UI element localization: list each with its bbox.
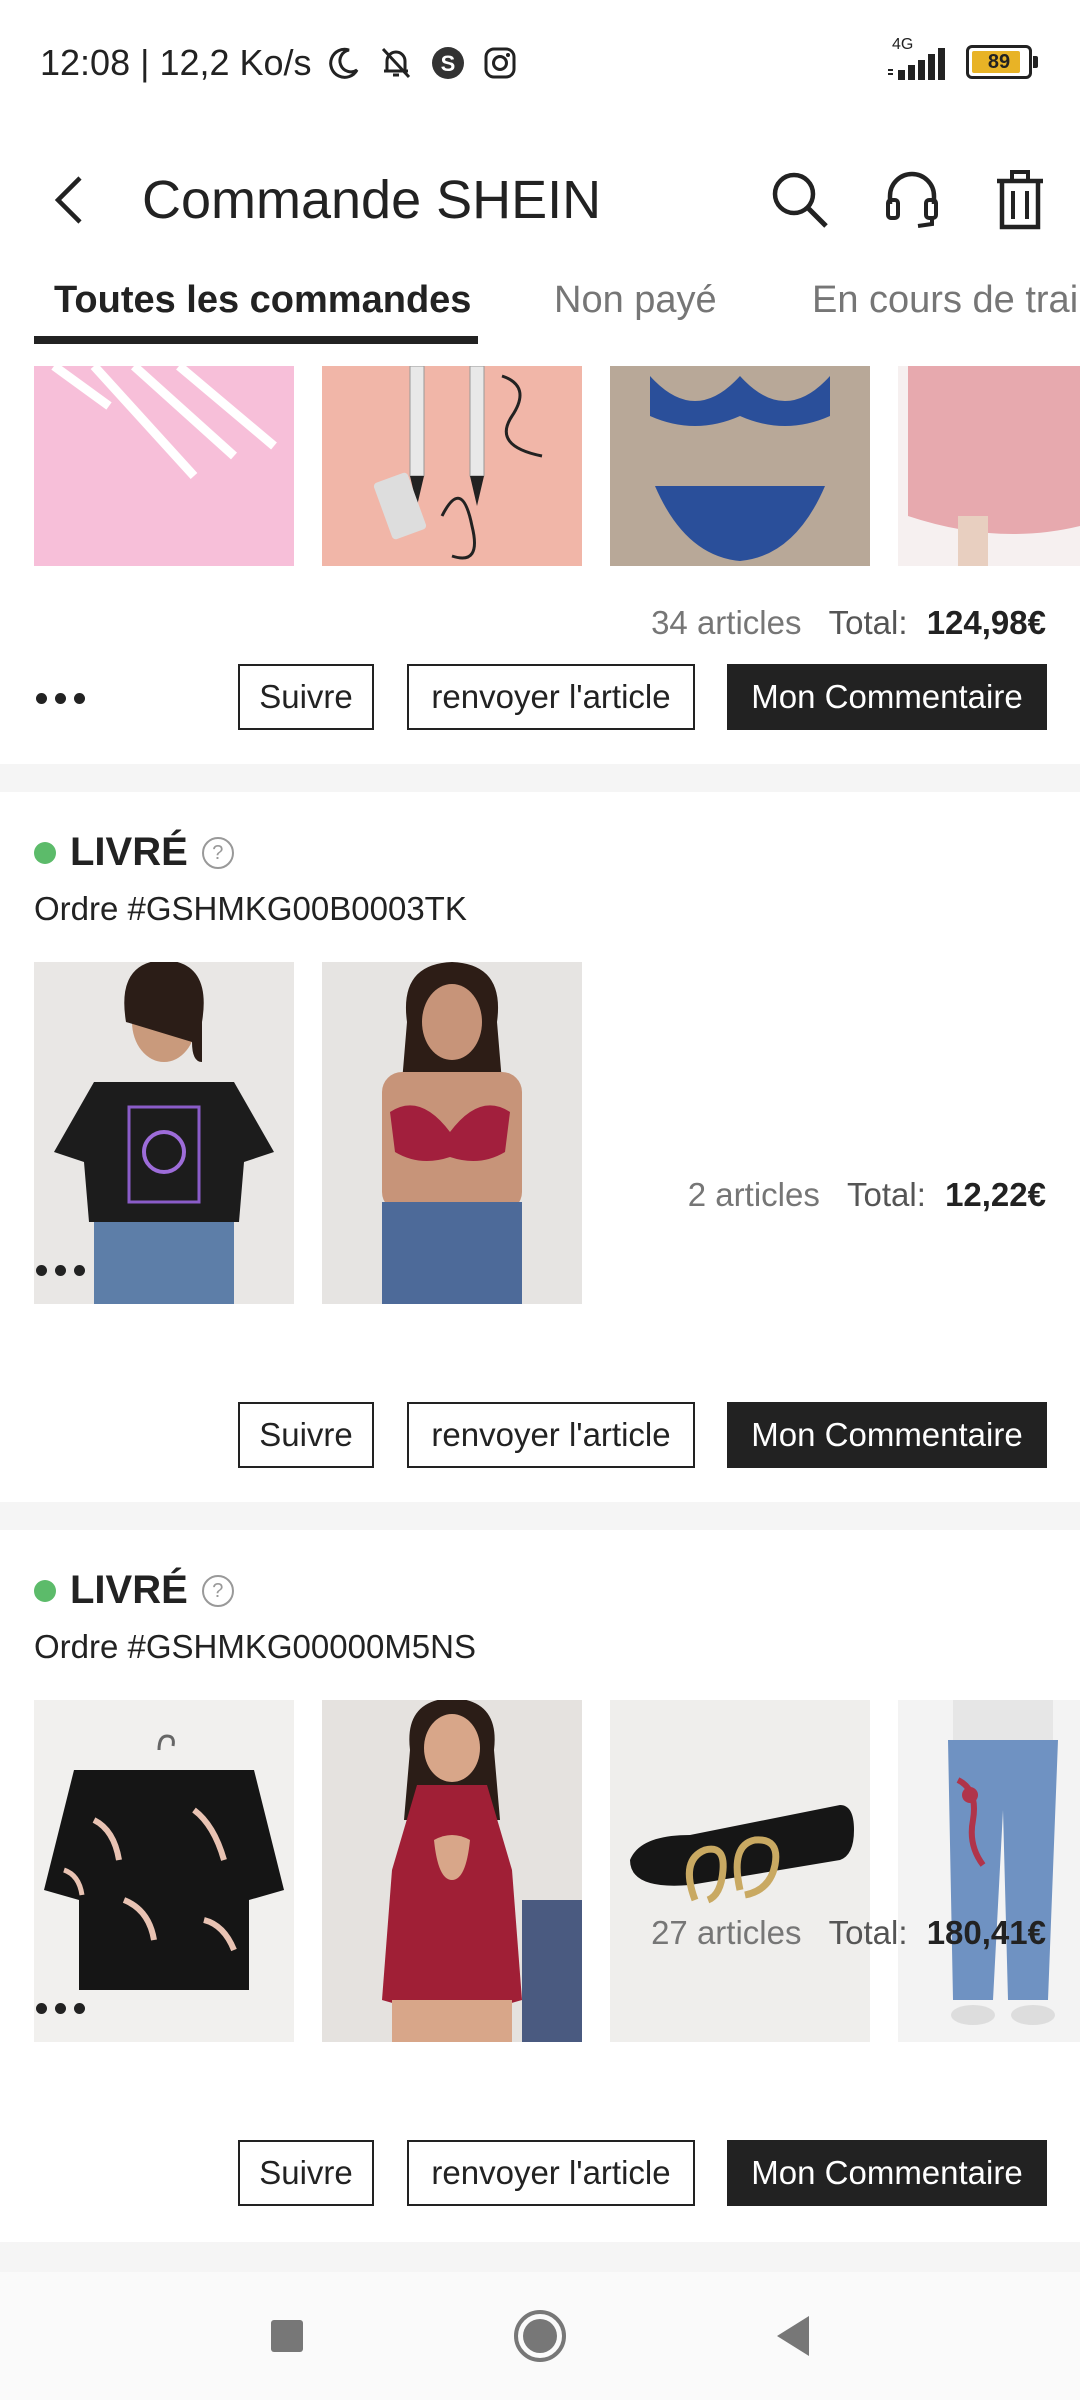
instagram-icon bbox=[480, 43, 520, 83]
total-label: Total: bbox=[828, 1914, 908, 1951]
order-separator bbox=[0, 2242, 1080, 2272]
order-number[interactable]: Ordre #GSHMKG00000M5NS bbox=[34, 1628, 476, 1666]
order-separator bbox=[0, 764, 1080, 792]
track-button[interactable]: Suivre bbox=[238, 664, 374, 730]
status-right: 4G 89 bbox=[886, 36, 1038, 80]
app-header: Commande SHEIN bbox=[0, 130, 1080, 270]
return-item-button[interactable]: renvoyer l'article bbox=[407, 2140, 695, 2206]
time-and-speed: 12:08 | 12,2 Ko/s bbox=[40, 42, 312, 83]
battery-icon: 89 bbox=[966, 45, 1038, 79]
help-icon[interactable]: ? bbox=[201, 1574, 234, 1607]
recent-apps-icon bbox=[271, 2320, 303, 2352]
total-label: Total: bbox=[828, 604, 908, 641]
product-thumbnail[interactable] bbox=[898, 1700, 1080, 2042]
shazam-icon: S bbox=[428, 43, 468, 83]
moon-icon bbox=[324, 43, 364, 83]
more-options-button[interactable] bbox=[36, 1250, 96, 1290]
order-summary: 34 articles Total: 124,98€ bbox=[651, 604, 1046, 642]
search-button[interactable] bbox=[760, 160, 840, 240]
product-thumbnail[interactable] bbox=[322, 962, 582, 1304]
total-value: 124,98€ bbox=[926, 604, 1046, 641]
product-thumbnail[interactable] bbox=[34, 366, 294, 566]
article-count: 2 articles bbox=[687, 1176, 820, 1213]
battery-level: 89 bbox=[987, 50, 1011, 73]
headset-icon bbox=[886, 171, 938, 228]
status-left: 12:08 | 12,2 Ko/s S bbox=[40, 42, 520, 84]
order-status: LIVRÉ ? bbox=[34, 830, 234, 875]
order-status: LIVRÉ ? bbox=[34, 1568, 234, 1613]
tab-unpaid[interactable]: Non payé bbox=[554, 260, 717, 356]
total-value: 12,22€ bbox=[945, 1176, 1046, 1213]
help-icon[interactable]: ? bbox=[201, 836, 234, 869]
order-number[interactable]: Ordre #GSHMKG00B0003TK bbox=[34, 890, 467, 928]
status-label: LIVRÉ bbox=[70, 830, 188, 874]
return-item-button[interactable]: renvoyer l'article bbox=[407, 1402, 695, 1468]
review-button[interactable]: Mon Commentaire bbox=[727, 1402, 1047, 1468]
home-icon bbox=[514, 2310, 566, 2362]
bell-off-icon bbox=[376, 43, 416, 83]
order-card[interactable]: 34 articles Total: 124,98€ Suivre renvoy… bbox=[0, 366, 1080, 764]
order-tabs: Toutes les commandes Non payé En cours d… bbox=[0, 260, 1080, 366]
review-button[interactable]: Mon Commentaire bbox=[727, 2140, 1047, 2206]
review-button[interactable]: Mon Commentaire bbox=[727, 664, 1047, 730]
status-dot bbox=[34, 1579, 56, 1602]
article-count: 27 articles bbox=[651, 1914, 802, 1951]
status-label: LIVRÉ bbox=[70, 1568, 188, 1612]
delete-button[interactable] bbox=[980, 160, 1060, 240]
product-thumbnail[interactable] bbox=[898, 366, 1080, 566]
order-separator bbox=[0, 1502, 1080, 1530]
recent-apps-button[interactable] bbox=[252, 2306, 322, 2366]
status-dot bbox=[34, 841, 56, 864]
product-thumbnail[interactable] bbox=[322, 366, 582, 566]
more-options-button[interactable] bbox=[36, 1988, 96, 2028]
order-summary: 2 articles Total: 12,22€ bbox=[688, 1176, 1046, 1214]
back-button[interactable] bbox=[40, 160, 100, 240]
track-button[interactable]: Suivre bbox=[238, 2140, 374, 2206]
more-options-button[interactable] bbox=[36, 678, 96, 718]
trash-icon bbox=[997, 170, 1043, 230]
product-thumbnail[interactable] bbox=[610, 1700, 870, 2042]
page-title: Commande SHEIN bbox=[142, 170, 602, 230]
total-value: 180,41€ bbox=[926, 1914, 1046, 1951]
system-nav-bar bbox=[0, 2272, 1080, 2400]
back-nav-icon bbox=[777, 2316, 809, 2356]
order-card[interactable]: LIVRÉ ? Ordre #GSHMKG00000M5NS 27 articl… bbox=[0, 1530, 1080, 2242]
order-card[interactable]: LIVRÉ ? Ordre #GSHMKG00B0003TK 2 article… bbox=[0, 792, 1080, 1502]
track-button[interactable]: Suivre bbox=[238, 1402, 374, 1468]
status-bar: 12:08 | 12,2 Ko/s S 4G 89 bbox=[0, 0, 1080, 130]
customer-service-button[interactable] bbox=[872, 160, 952, 240]
order-summary: 27 articles Total: 180,41€ bbox=[651, 1914, 1046, 1952]
active-tab-indicator bbox=[34, 336, 478, 344]
total-label: Total: bbox=[847, 1176, 926, 1213]
product-thumbnail[interactable] bbox=[322, 1700, 582, 2042]
home-button[interactable] bbox=[505, 2306, 575, 2366]
back-arrow-icon bbox=[54, 176, 82, 224]
product-thumbnail[interactable] bbox=[610, 366, 870, 566]
return-item-button[interactable]: renvoyer l'article bbox=[407, 664, 695, 730]
svg-text:S: S bbox=[440, 51, 455, 76]
tab-processing[interactable]: En cours de trai bbox=[812, 260, 1078, 356]
back-nav-button[interactable] bbox=[758, 2306, 828, 2366]
article-count: 34 articles bbox=[651, 604, 802, 641]
signal-icon: 4G bbox=[886, 36, 952, 80]
search-icon bbox=[772, 172, 828, 228]
